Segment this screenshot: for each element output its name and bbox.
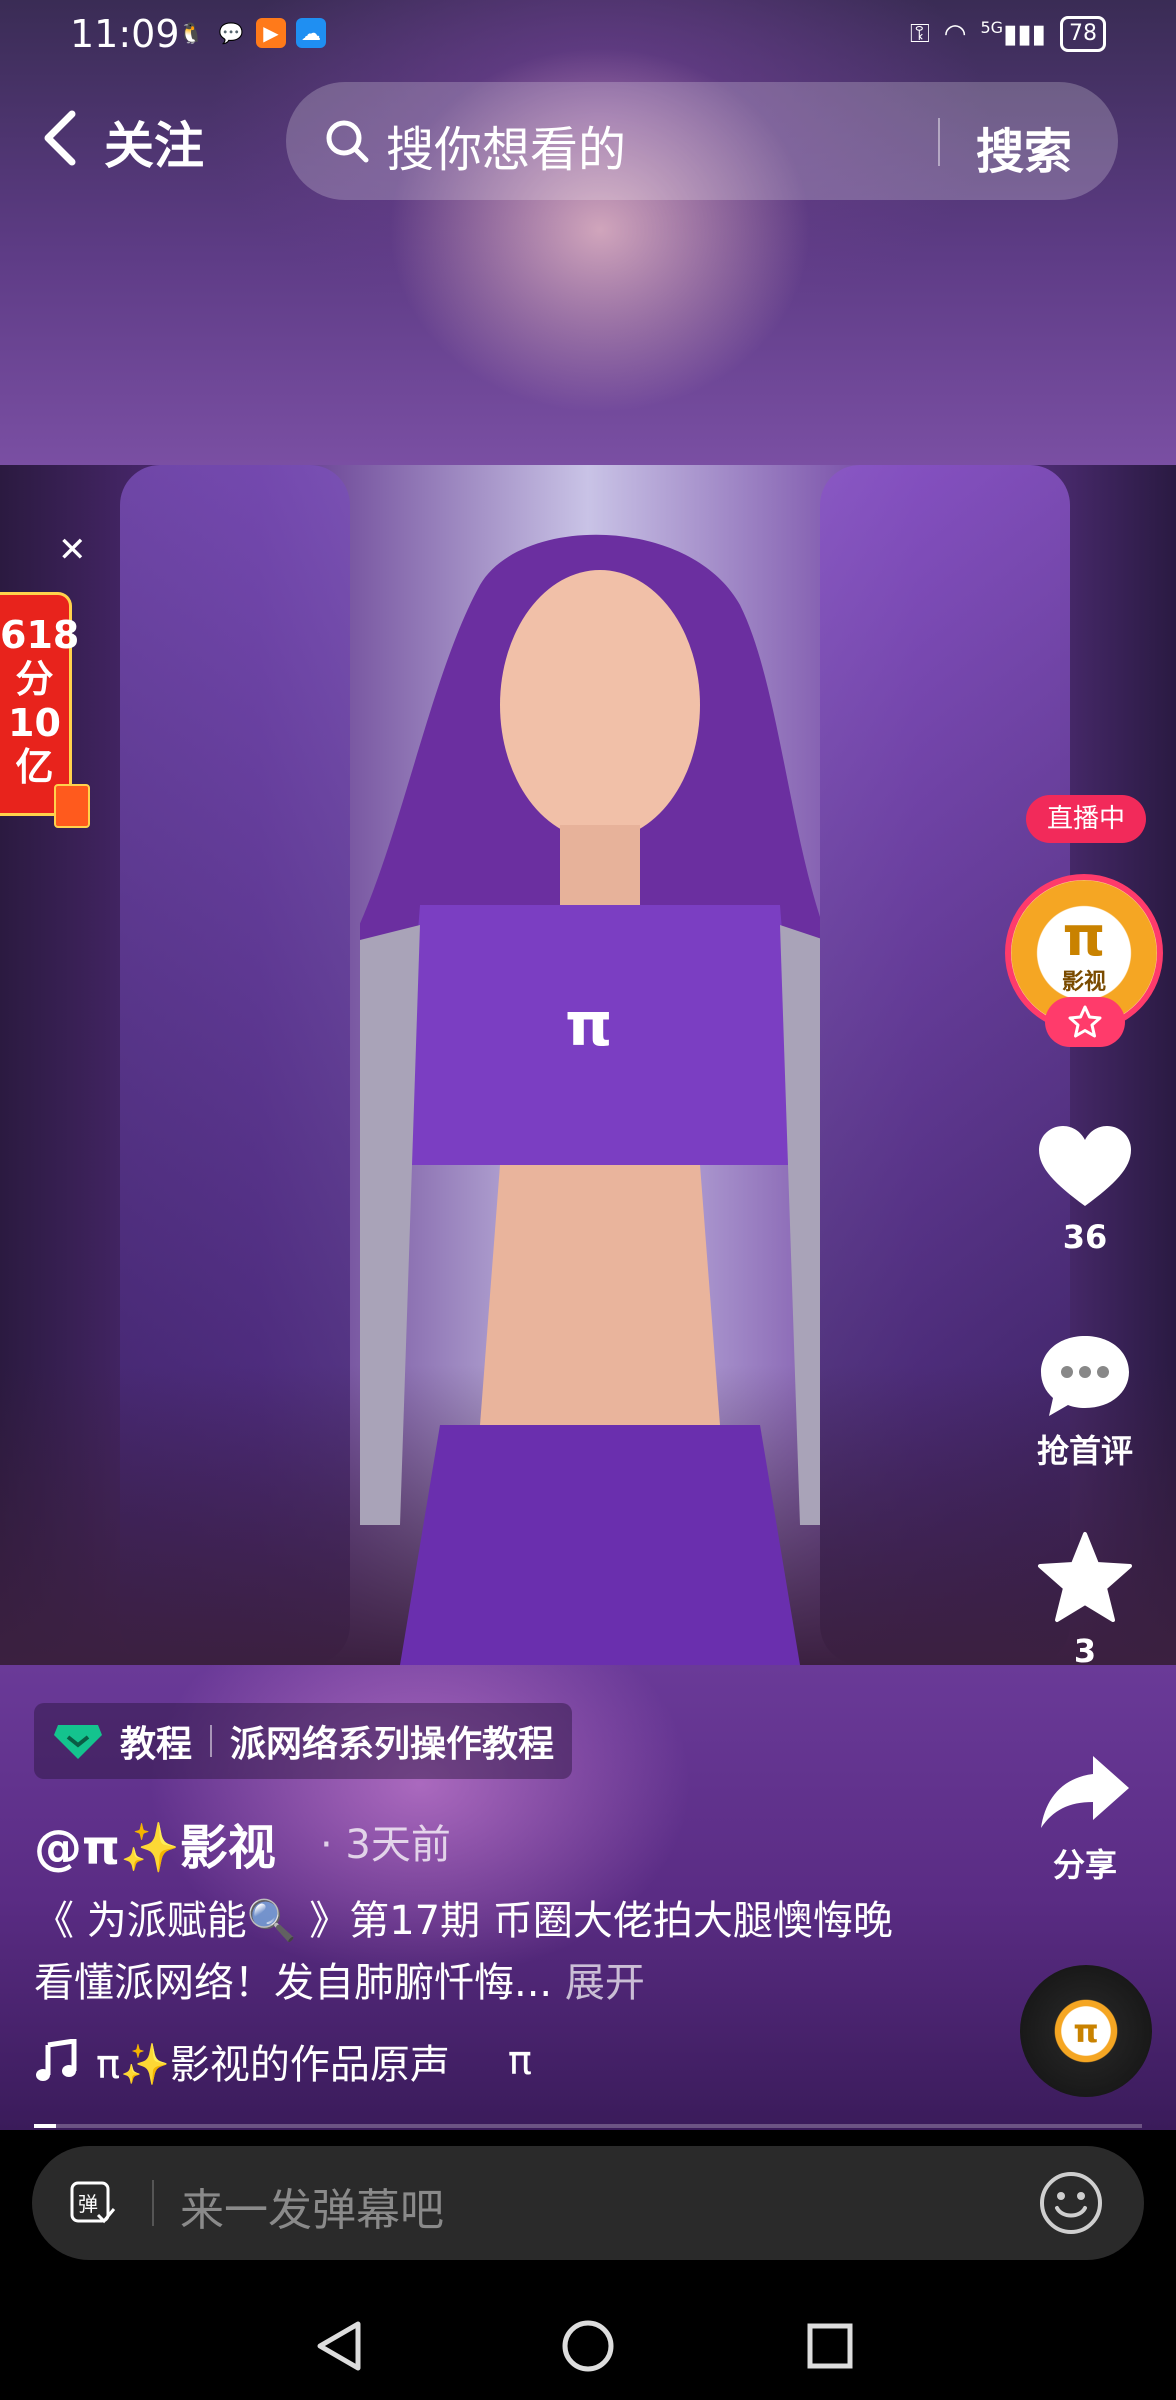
system-navigation-bar xyxy=(317,2320,853,2372)
nav-back-icon[interactable] xyxy=(317,2321,361,2371)
wechat-icon: 💬 xyxy=(218,21,244,45)
promo-banner[interactable]: 618 分 10 亿 xyxy=(0,592,80,816)
comment-label: 抢首评 xyxy=(1036,1432,1133,1470)
smile-icon[interactable] xyxy=(1038,2170,1104,2236)
favorite-button[interactable]: 3 xyxy=(1020,1530,1150,1670)
battery-icon: 78 xyxy=(1060,16,1106,52)
description-text: 《 为派赋能🔍 》第17期 币圈大佬拍大腿懊悔晚看懂派网络！发自肺腑忏悔... xyxy=(34,1898,893,2006)
notification-icons: 🐧 💬 ▶ ☁ xyxy=(176,18,326,48)
expand-link[interactable]: 展开 xyxy=(565,1960,645,2006)
following-tab[interactable]: 关注 xyxy=(104,106,204,178)
close-icon[interactable]: ✕ xyxy=(58,530,87,570)
video-description[interactable]: 《 为派赋能🔍 》第17期 币圈大佬拍大腿懊悔晚看懂派网络！发自肺腑忏悔... … xyxy=(34,1890,894,2014)
comment-bubble-icon xyxy=(1041,1336,1129,1416)
star-outline-icon xyxy=(1068,1005,1102,1038)
tag-category: 教程 xyxy=(120,1724,193,1765)
share-button[interactable]: 分享 xyxy=(1020,1750,1150,1886)
nav-recents-icon[interactable] xyxy=(807,2323,853,2369)
video-progress-bar[interactable] xyxy=(34,2124,1142,2128)
svg-text:π: π xyxy=(565,990,612,1060)
collection-icon xyxy=(54,1725,102,1759)
danmaku-divider xyxy=(152,2180,154,2226)
music-disc[interactable]: π xyxy=(1020,1965,1152,2097)
like-button[interactable]: 36 xyxy=(1020,1122,1150,1256)
danmaku-input[interactable]: 来一发弹幕吧 xyxy=(180,2174,444,2238)
avatar-logo: π xyxy=(1062,905,1106,968)
star-icon xyxy=(1038,1532,1132,1622)
promo-line: 分 xyxy=(15,657,54,701)
network-type: 5G xyxy=(980,18,1004,38)
music-info[interactable]: π✨影视的作品原声 π xyxy=(34,2032,532,2090)
app-icon: ☁ xyxy=(296,18,326,48)
live-badge[interactable]: 直播中 xyxy=(1026,795,1146,843)
status-bar: 11:09 🐧 💬 ▶ ☁ ⚿ ◠ 5G▮▮▮ 78 xyxy=(0,0,1176,70)
chevron-left-icon[interactable] xyxy=(38,108,82,168)
danmaku-input-bar[interactable]: 弹 来一发弹幕吧 xyxy=(32,2146,1144,2260)
battery-level: 78 xyxy=(1069,21,1097,46)
share-label: 分享 xyxy=(1052,1846,1117,1884)
music-title: π✨影视的作品原声 xyxy=(96,2042,450,2088)
search-input[interactable]: 搜你想看的 xyxy=(386,110,626,180)
music-extra: π xyxy=(507,2038,532,2084)
video-app-icon: ▶ xyxy=(256,18,286,48)
signal-icon: 5G▮▮▮ xyxy=(980,18,1046,50)
system-indicators: ⚿ ◠ 5G▮▮▮ 78 xyxy=(910,16,1106,52)
search-button[interactable]: 搜索 xyxy=(976,112,1072,182)
heart-icon xyxy=(1039,1126,1131,1206)
svg-text:弹: 弹 xyxy=(78,2192,98,2216)
progress-fill xyxy=(34,2124,57,2128)
search-bar[interactable]: 搜你想看的 搜索 xyxy=(286,82,1118,200)
search-divider xyxy=(938,118,940,166)
music-note-icon xyxy=(36,2039,77,2081)
disc-logo: π xyxy=(1073,2012,1099,2050)
share-arrow-icon xyxy=(1041,1756,1129,1828)
promo-line: 10 xyxy=(8,701,61,745)
post-time: · 3天前 xyxy=(320,1822,451,1868)
tag-collection: 派网络系列操作教程 xyxy=(230,1724,555,1765)
danmaku-icon[interactable]: 弹 xyxy=(68,2179,116,2227)
key-icon: ⚿ xyxy=(910,18,930,49)
author-name[interactable]: @π✨影视 xyxy=(34,1808,276,1878)
search-icon xyxy=(326,120,369,163)
follow-button[interactable] xyxy=(1045,997,1125,1047)
wifi-icon: ◠ xyxy=(943,19,967,49)
status-time: 11:09 xyxy=(70,12,180,56)
qq-icon: 🐧 xyxy=(178,21,204,45)
red-envelope-icon[interactable] xyxy=(54,784,90,828)
collection-tag[interactable]: 教程 派网络系列操作教程 xyxy=(34,1703,573,1779)
video-figure: π xyxy=(360,534,820,1665)
tag-divider xyxy=(210,1725,213,1757)
video-player[interactable]: π xyxy=(0,465,1176,1665)
promo-line: 亿 xyxy=(15,745,54,789)
promo-line: 618 xyxy=(0,613,80,657)
favorite-count: 3 xyxy=(1073,1632,1097,1670)
nav-home-icon[interactable] xyxy=(562,2320,614,2372)
like-count: 36 xyxy=(1062,1218,1108,1256)
comment-button[interactable]: 抢首评 xyxy=(1020,1330,1150,1472)
avatar-text: 影视 xyxy=(1061,970,1106,995)
